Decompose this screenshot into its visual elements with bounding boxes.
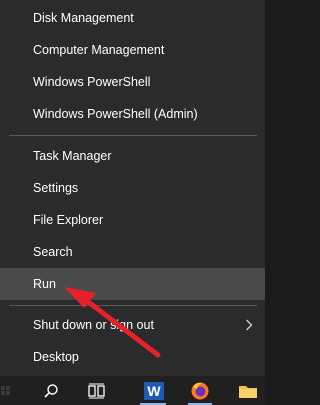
menu-item-settings[interactable]: Settings — [0, 172, 265, 204]
menu-item-computer-management[interactable]: Computer Management — [0, 34, 265, 66]
word-icon-label: W — [144, 381, 164, 400]
menu-item-shut-down-or-sign-out[interactable]: Shut down or sign out — [0, 309, 265, 341]
menu-separator — [9, 305, 257, 306]
menu-item-label: Shut down or sign out — [33, 318, 154, 332]
menu-item-label: Settings — [33, 181, 79, 195]
menu-item-label: Computer Management — [33, 43, 165, 57]
menu-item-windows-powershell-admin[interactable]: Windows PowerShell (Admin) — [0, 98, 265, 130]
menu-item-windows-powershell[interactable]: Windows PowerShell — [0, 66, 265, 98]
menu-item-label: Windows PowerShell — [33, 75, 151, 89]
menu-item-file-explorer[interactable]: File Explorer — [0, 204, 265, 236]
menu-item-label: Run — [33, 277, 56, 291]
start-button[interactable] — [0, 376, 12, 405]
file-explorer-icon[interactable] — [234, 376, 262, 405]
firefox-icon[interactable] — [186, 376, 214, 405]
taskbar: W — [0, 376, 265, 405]
menu-item-run[interactable]: Run — [0, 268, 265, 300]
menu-item-label: Disk Management — [33, 11, 134, 25]
menu-item-desktop[interactable]: Desktop — [0, 341, 265, 373]
menu-item-disk-management[interactable]: Disk Management — [0, 2, 265, 34]
chevron-right-icon — [245, 309, 253, 341]
menu-separator — [9, 135, 257, 136]
search-icon[interactable] — [38, 376, 64, 405]
menu-item-label: Search — [33, 245, 73, 259]
menu-item-label: Task Manager — [33, 149, 112, 163]
winx-context-menu: Disk Management Computer Management Wind… — [0, 0, 265, 376]
menu-item-label: Windows PowerShell (Admin) — [33, 107, 198, 121]
word-icon[interactable]: W — [140, 376, 168, 405]
menu-item-label: File Explorer — [33, 213, 104, 227]
task-view-icon[interactable] — [84, 376, 110, 405]
menu-item-label: Desktop — [33, 350, 79, 364]
menu-item-task-manager[interactable]: Task Manager — [0, 140, 265, 172]
menu-item-search[interactable]: Search — [0, 236, 265, 268]
